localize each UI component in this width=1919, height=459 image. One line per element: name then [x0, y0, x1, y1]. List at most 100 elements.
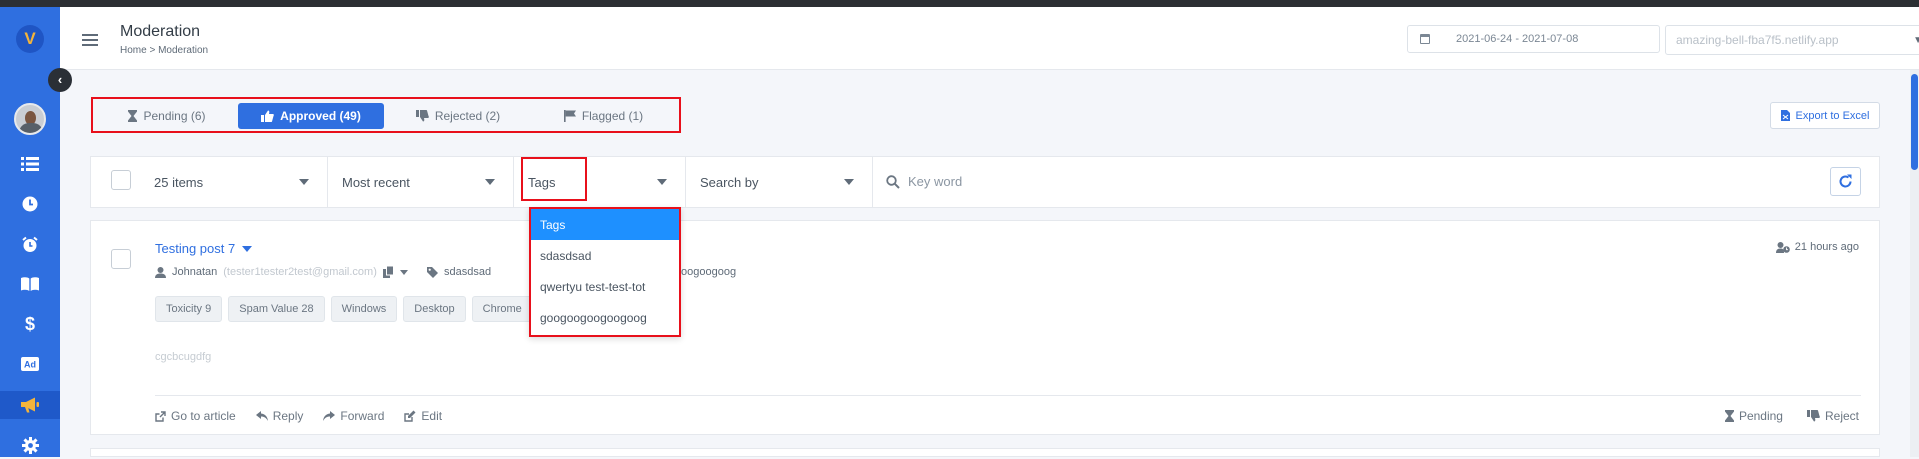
- sidebar-item-moderation[interactable]: [0, 391, 60, 419]
- filter-bar: 25 items Most recent Tags Search by Key …: [90, 156, 1880, 208]
- status-tabs: Pending (6) Approved (49) Rejected (2) F…: [91, 97, 681, 133]
- collapse-sidebar-button[interactable]: ‹: [48, 68, 72, 92]
- hourglass-icon: [1724, 410, 1734, 422]
- keyword-search-field[interactable]: Key word: [872, 157, 1879, 207]
- reply-button[interactable]: Reply: [255, 409, 304, 423]
- header: Moderation Home > Moderation 2021-06-24 …: [60, 7, 1919, 70]
- date-range-value: 2021-06-24 - 2021-07-08: [1456, 33, 1579, 45]
- tags-dropdown: Tags sdasdsad qwertyu test-test-tot goog…: [529, 207, 681, 337]
- reject-button[interactable]: Reject: [1806, 409, 1859, 423]
- select-all-checkbox[interactable]: [111, 170, 131, 190]
- forward-label: Forward: [340, 409, 385, 423]
- export-label: Export to Excel: [1795, 109, 1870, 122]
- copy-icon[interactable]: [382, 266, 394, 278]
- keyword-placeholder: Key word: [908, 174, 963, 189]
- site-select[interactable]: amazing-bell-fba7f5.netlify.app ▼: [1665, 25, 1919, 55]
- tab-rejected-label: Rejected (2): [434, 109, 501, 123]
- forward-button[interactable]: Forward: [323, 409, 384, 423]
- tab-pending-label: Pending (6): [143, 109, 206, 123]
- external-link-icon: [155, 410, 166, 422]
- reject-label: Reject: [1824, 409, 1859, 423]
- caret-down-icon[interactable]: [242, 245, 253, 252]
- edit-label: Edit: [421, 409, 443, 423]
- thumbs-down-icon: [1806, 410, 1820, 422]
- sidebar-item-history[interactable]: [15, 190, 45, 218]
- export-excel-button[interactable]: Export to Excel: [1770, 102, 1880, 129]
- post-meta: Johnatan (tester1tester2test@gmail.com): [155, 266, 408, 278]
- tags-option[interactable]: qwertyu test-test-tot: [531, 271, 679, 302]
- caret-down-icon: [844, 179, 854, 185]
- sidebar-item-docs[interactable]: [15, 270, 45, 298]
- sidebar-item-settings[interactable]: [15, 431, 45, 459]
- pending-button[interactable]: Pending: [1724, 409, 1783, 423]
- tab-rejected[interactable]: Rejected (2): [385, 103, 531, 129]
- menu-icon[interactable]: [82, 34, 98, 46]
- tag-icon: [427, 266, 438, 278]
- chip-toxicity: Toxicity 9: [155, 296, 223, 322]
- sidebar-item-ads[interactable]: Ad: [15, 350, 45, 378]
- megaphone-icon: [21, 397, 39, 413]
- post-time: 21 hours ago: [1775, 241, 1859, 253]
- tab-flagged[interactable]: Flagged (1): [532, 103, 675, 129]
- dollar-icon: $: [25, 315, 35, 333]
- sidebar-item-alerts[interactable]: [15, 230, 45, 258]
- chip-spam: Spam Value 28: [228, 296, 325, 322]
- hourglass-icon: [128, 110, 138, 122]
- post-tag-tail: oogoogoog: [681, 266, 737, 278]
- post-title[interactable]: Testing post 7: [155, 241, 253, 256]
- post-tag-1: sdasdsad: [444, 266, 492, 278]
- chip-os: Windows: [330, 296, 398, 322]
- refresh-icon: [1839, 174, 1852, 188]
- go-to-article-link[interactable]: Go to article: [155, 409, 236, 423]
- list-icon: [21, 157, 39, 171]
- logo: V: [16, 25, 44, 53]
- sort-select[interactable]: Most recent: [327, 157, 513, 207]
- chevron-down-icon: ▼: [1913, 35, 1919, 46]
- breadcrumb[interactable]: Home > Moderation: [120, 45, 208, 56]
- date-range-picker[interactable]: 2021-06-24 - 2021-07-08: [1407, 25, 1660, 53]
- page-title: Moderation: [120, 23, 201, 40]
- post-email: (tester1tester2test@gmail.com): [223, 266, 377, 278]
- user-clock-icon: [1775, 241, 1790, 253]
- edit-button[interactable]: Edit: [404, 409, 442, 423]
- refresh-button[interactable]: [1830, 167, 1861, 196]
- items-per-page-value: 25 items: [154, 174, 204, 190]
- file-excel-icon: [1780, 110, 1790, 121]
- post-card: Testing post 7 Johnatan (tester1tester2t…: [90, 220, 1880, 435]
- scrollbar-thumb[interactable]: [1911, 74, 1918, 170]
- flag-icon: [563, 110, 576, 122]
- thumbs-down-icon: [415, 110, 429, 122]
- tags-option-all[interactable]: Tags: [531, 209, 679, 240]
- reply-icon: [255, 411, 268, 421]
- avatar[interactable]: [14, 103, 46, 135]
- search-by-value: Search by: [700, 174, 759, 190]
- post-tags: sdasdsad: [427, 266, 491, 278]
- items-per-page-select[interactable]: 25 items: [140, 157, 327, 207]
- tab-approved[interactable]: Approved (49): [238, 103, 384, 129]
- user-icon: [155, 266, 166, 278]
- search-icon: [886, 174, 900, 189]
- svg-text:$: $: [25, 315, 35, 333]
- alarm-icon: [22, 236, 38, 252]
- tags-option[interactable]: sdasdsad: [531, 240, 679, 271]
- sidebar-item-billing[interactable]: $: [15, 310, 45, 338]
- ad-label: Ad: [24, 360, 36, 370]
- tab-pending[interactable]: Pending (6): [97, 103, 237, 129]
- tags-option[interactable]: googoogoogoogoog: [531, 302, 679, 333]
- pending-label: Pending: [1738, 409, 1783, 423]
- go-to-article-label: Go to article: [171, 409, 236, 423]
- post-body: cgcbcugdfg: [155, 351, 212, 363]
- post-checkbox[interactable]: [111, 249, 131, 269]
- chip-device: Desktop: [403, 296, 466, 322]
- post-moderation-actions: Pending Reject: [1724, 409, 1859, 423]
- reply-label: Reply: [272, 409, 304, 423]
- site-select-value: amazing-bell-fba7f5.netlify.app: [1676, 33, 1839, 47]
- search-by-select[interactable]: Search by: [685, 157, 872, 207]
- gear-icon: [21, 436, 39, 454]
- calendar-icon: [1420, 34, 1430, 44]
- caret-down-icon[interactable]: [399, 269, 408, 275]
- sidebar-item-list[interactable]: [15, 150, 45, 178]
- caret-down-icon: [485, 179, 495, 185]
- sort-value: Most recent: [342, 174, 410, 190]
- divider: [155, 395, 1861, 396]
